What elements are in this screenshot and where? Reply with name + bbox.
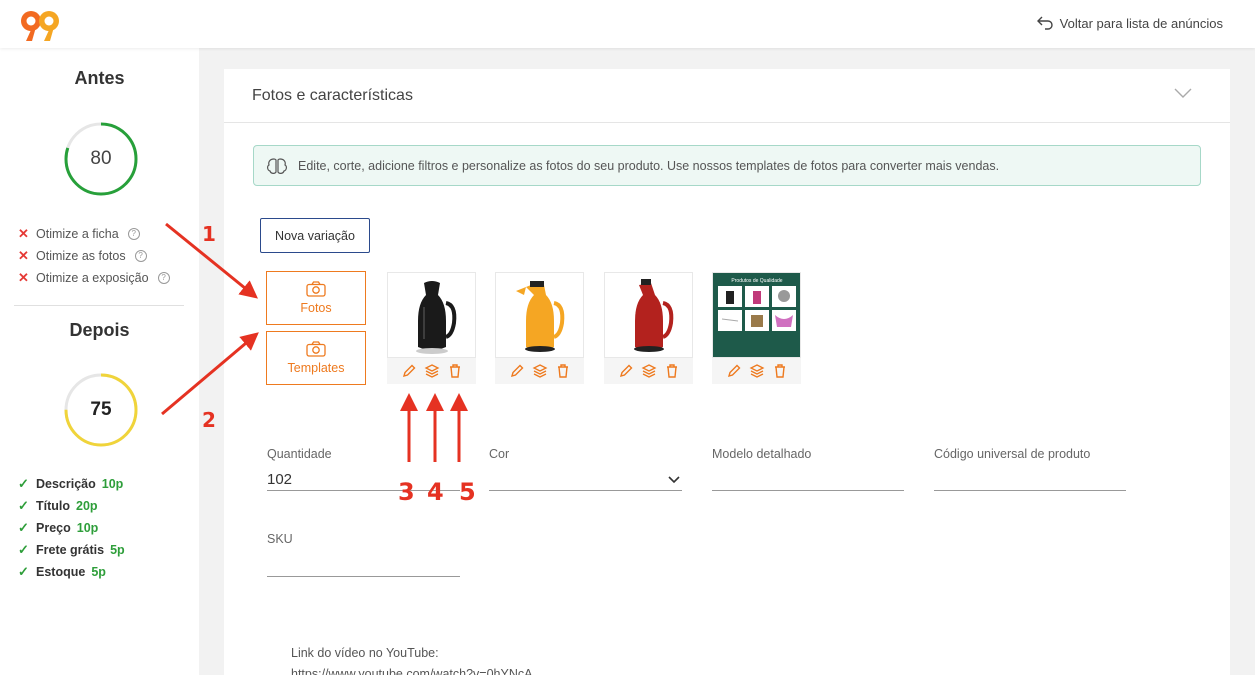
gains-list: ✓ Descrição 10p ✓ Título 20p ✓ Preço 10p ✓ Fret… bbox=[18, 473, 125, 583]
sidebar-divider bbox=[14, 305, 184, 306]
template-banner-text: Produtos de Qualidade bbox=[731, 278, 782, 284]
edit-icon[interactable] bbox=[401, 363, 417, 379]
photo-actions bbox=[387, 358, 476, 384]
close-icon: ✕ bbox=[18, 226, 29, 241]
upc-underline bbox=[934, 490, 1126, 491]
model-underline bbox=[712, 490, 904, 491]
model-input[interactable] bbox=[712, 471, 904, 489]
color-underline bbox=[489, 490, 682, 491]
photo-item: Produtos de Qualidade bbox=[712, 272, 801, 384]
chevron-down-icon[interactable] bbox=[1174, 87, 1192, 99]
youtube-label: Link do vídeo no YouTube: bbox=[291, 646, 439, 660]
check-icon: ✓ bbox=[18, 476, 29, 491]
color-label: Cor bbox=[489, 447, 510, 461]
quantity-label: Quantidade bbox=[267, 447, 332, 461]
gain-item: ✓ Preço 10p bbox=[18, 520, 99, 535]
quantity-underline bbox=[267, 490, 460, 491]
quantity-input[interactable]: 102 bbox=[267, 471, 292, 488]
layers-icon[interactable] bbox=[641, 363, 657, 379]
photo-actions bbox=[712, 358, 801, 384]
black-thermos-photo[interactable] bbox=[387, 272, 476, 358]
before-title: Antes bbox=[74, 68, 125, 88]
template-collage-photo[interactable]: Produtos de Qualidade bbox=[712, 272, 801, 358]
trash-icon[interactable] bbox=[555, 363, 571, 379]
issue-item: ✕ Otimize a exposição? bbox=[18, 267, 170, 289]
sku-underline bbox=[267, 576, 460, 577]
red-thermos-photo[interactable] bbox=[604, 272, 693, 358]
before-score-ring: 80 bbox=[63, 121, 139, 197]
layers-icon[interactable] bbox=[532, 363, 548, 379]
after-title: Depois bbox=[69, 320, 130, 340]
trash-icon[interactable] bbox=[772, 363, 788, 379]
upload-photos-button[interactable]: Fotos bbox=[266, 271, 366, 325]
photos-button-label: Fotos bbox=[300, 301, 332, 315]
layers-icon[interactable] bbox=[749, 363, 765, 379]
photo-item bbox=[387, 272, 476, 384]
check-icon: ✓ bbox=[18, 542, 29, 557]
card-header[interactable]: Fotos e características bbox=[224, 69, 1230, 123]
check-icon: ✓ bbox=[18, 498, 29, 513]
trash-icon[interactable] bbox=[664, 363, 680, 379]
info-banner: Edite, corte, adicione filtros e persona… bbox=[253, 145, 1201, 186]
edit-icon[interactable] bbox=[726, 363, 742, 379]
gain-item: ✓ Estoque 5p bbox=[18, 564, 106, 579]
camera-icon bbox=[306, 281, 326, 297]
yellow-thermos-photo[interactable] bbox=[495, 272, 584, 358]
annotation-1: 1 bbox=[202, 222, 216, 246]
check-icon: ✓ bbox=[18, 564, 29, 579]
99-logo-icon[interactable] bbox=[20, 10, 62, 42]
photo-actions bbox=[495, 358, 584, 384]
layers-icon[interactable] bbox=[424, 363, 440, 379]
templates-button-label: Templates bbox=[287, 361, 345, 375]
check-icon: ✓ bbox=[18, 520, 29, 535]
issues-list: ✕ Otimize a ficha? ✕ Otimize as fotos? ✕ Ot… bbox=[18, 223, 170, 289]
upc-input[interactable] bbox=[934, 471, 1126, 489]
brain-icon bbox=[267, 157, 287, 174]
help-icon[interactable]: ? bbox=[127, 228, 140, 240]
trash-icon[interactable] bbox=[447, 363, 463, 379]
photo-item bbox=[604, 272, 693, 384]
back-to-listings-link[interactable]: Voltar para lista de anúncios bbox=[1036, 15, 1223, 31]
help-icon[interactable]: ? bbox=[134, 250, 147, 262]
templates-button[interactable]: Templates bbox=[266, 331, 366, 385]
sku-input[interactable] bbox=[267, 556, 460, 574]
new-variation-button[interactable]: Nova variação bbox=[260, 218, 370, 253]
color-select[interactable] bbox=[489, 471, 682, 489]
score-sidebar: Antes 80 ✕ Otimize a ficha? ✕ Otimize as f… bbox=[0, 48, 199, 675]
camera-icon bbox=[306, 341, 326, 357]
back-link-label: Voltar para lista de anúncios bbox=[1059, 15, 1223, 31]
photo-actions bbox=[604, 358, 693, 384]
chevron-down-icon[interactable] bbox=[668, 476, 680, 484]
sku-label: SKU bbox=[267, 532, 293, 546]
upc-label: Código universal de produto bbox=[934, 447, 1091, 461]
photos-card: Fotos e características Edite, corte, ad… bbox=[224, 69, 1230, 675]
issue-item: ✕ Otimize as fotos? bbox=[18, 245, 170, 267]
close-icon: ✕ bbox=[18, 248, 29, 263]
before-score-value: 80 bbox=[90, 148, 112, 169]
after-score-value: 75 bbox=[90, 399, 112, 420]
youtube-input[interactable]: https://www.youtube.com/watch?v=0hYNcA..… bbox=[291, 667, 543, 675]
issue-item: ✕ Otimize a ficha? bbox=[18, 223, 170, 245]
card-title: Fotos e características bbox=[252, 87, 413, 104]
photo-item bbox=[495, 272, 584, 384]
back-arrow-icon bbox=[1036, 16, 1053, 30]
top-bar: Voltar para lista de anúncios bbox=[0, 0, 1255, 48]
help-icon[interactable]: ? bbox=[157, 272, 170, 284]
model-label: Modelo detalhado bbox=[712, 447, 812, 461]
gain-item: ✓ Descrição 10p bbox=[18, 476, 124, 491]
after-score-ring: 75 bbox=[63, 372, 139, 448]
edit-icon[interactable] bbox=[509, 363, 525, 379]
gain-item: ✓ Título 20p bbox=[18, 498, 98, 513]
gain-item: ✓ Frete grátis 5p bbox=[18, 542, 125, 557]
annotation-2: 2 bbox=[202, 408, 216, 432]
close-icon: ✕ bbox=[18, 270, 29, 285]
info-text: Edite, corte, adicione filtros e persona… bbox=[298, 158, 1000, 173]
edit-icon[interactable] bbox=[618, 363, 634, 379]
